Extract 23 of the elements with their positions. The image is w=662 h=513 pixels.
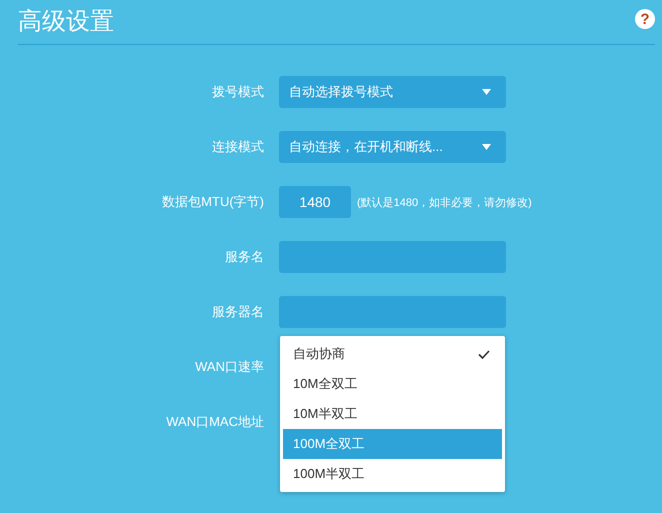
menu-option[interactable]: 自动协商 — [283, 339, 502, 369]
field-label: 服务器名 — [211, 303, 265, 321]
menu-option[interactable]: 10M半双工 — [283, 399, 502, 429]
dropdown-field[interactable]: 自动选择拨号模式 — [279, 76, 506, 108]
field-label: WAN口MAC地址 — [165, 413, 265, 431]
check-icon — [478, 350, 490, 358]
menu-option[interactable]: 100M全双工 — [283, 429, 502, 459]
menu-option[interactable]: 10M全双工 — [283, 369, 502, 399]
caret-icon — [482, 144, 491, 150]
menu-option[interactable]: 100M半双工 — [283, 459, 502, 489]
page-title: 高级设置 — [18, 7, 114, 37]
field-label: WAN口速率 — [194, 358, 265, 376]
field-label: 数据包MTU(字节) — [161, 193, 265, 211]
dropdown-field[interactable]: 自动连接，在开机和断线... — [279, 131, 506, 163]
mtu-input-field[interactable]: 1480 — [279, 186, 351, 218]
hint-text: (默认是1480，如非必要，请勿修改) — [357, 196, 532, 210]
input-field[interactable] — [279, 296, 506, 328]
field-label: 拨号模式 — [211, 83, 265, 101]
caret-icon — [482, 89, 491, 95]
field-label: 服务名 — [224, 248, 265, 266]
field-label: 连接模式 — [211, 138, 265, 156]
input-field[interactable] — [279, 241, 506, 273]
help-icon[interactable]: ? — [635, 9, 655, 29]
